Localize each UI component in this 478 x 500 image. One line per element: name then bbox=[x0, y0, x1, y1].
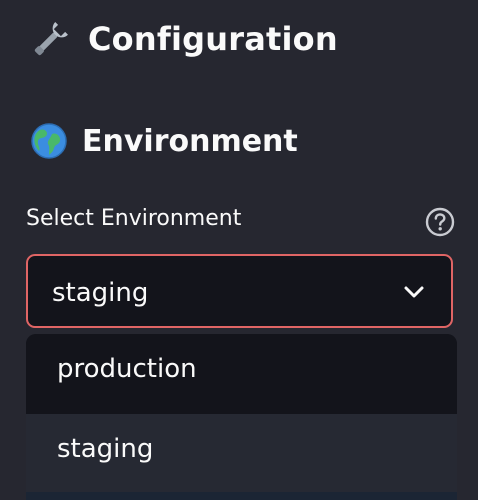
environment-select[interactable]: staging bbox=[26, 254, 453, 328]
dropdown-scroll-edge bbox=[26, 492, 457, 500]
configuration-sidebar: Configuration Environment Select Environ… bbox=[0, 0, 478, 500]
dropdown-option-production[interactable]: production bbox=[26, 334, 457, 414]
wrench-icon bbox=[30, 18, 72, 60]
page-title: Configuration bbox=[30, 18, 338, 60]
environment-dropdown-menu: production staging bbox=[26, 334, 457, 500]
selected-environment-value: staging bbox=[52, 278, 149, 308]
page-title-text: Configuration bbox=[88, 20, 338, 58]
dropdown-option-staging[interactable]: staging bbox=[26, 414, 457, 492]
section-heading-text: Environment bbox=[82, 123, 298, 159]
chevron-down-icon[interactable] bbox=[403, 284, 425, 300]
select-environment-label: Select Environment bbox=[26, 206, 242, 231]
question-circle-icon[interactable] bbox=[424, 206, 456, 238]
globe-icon bbox=[30, 122, 68, 160]
section-heading: Environment bbox=[30, 122, 298, 160]
